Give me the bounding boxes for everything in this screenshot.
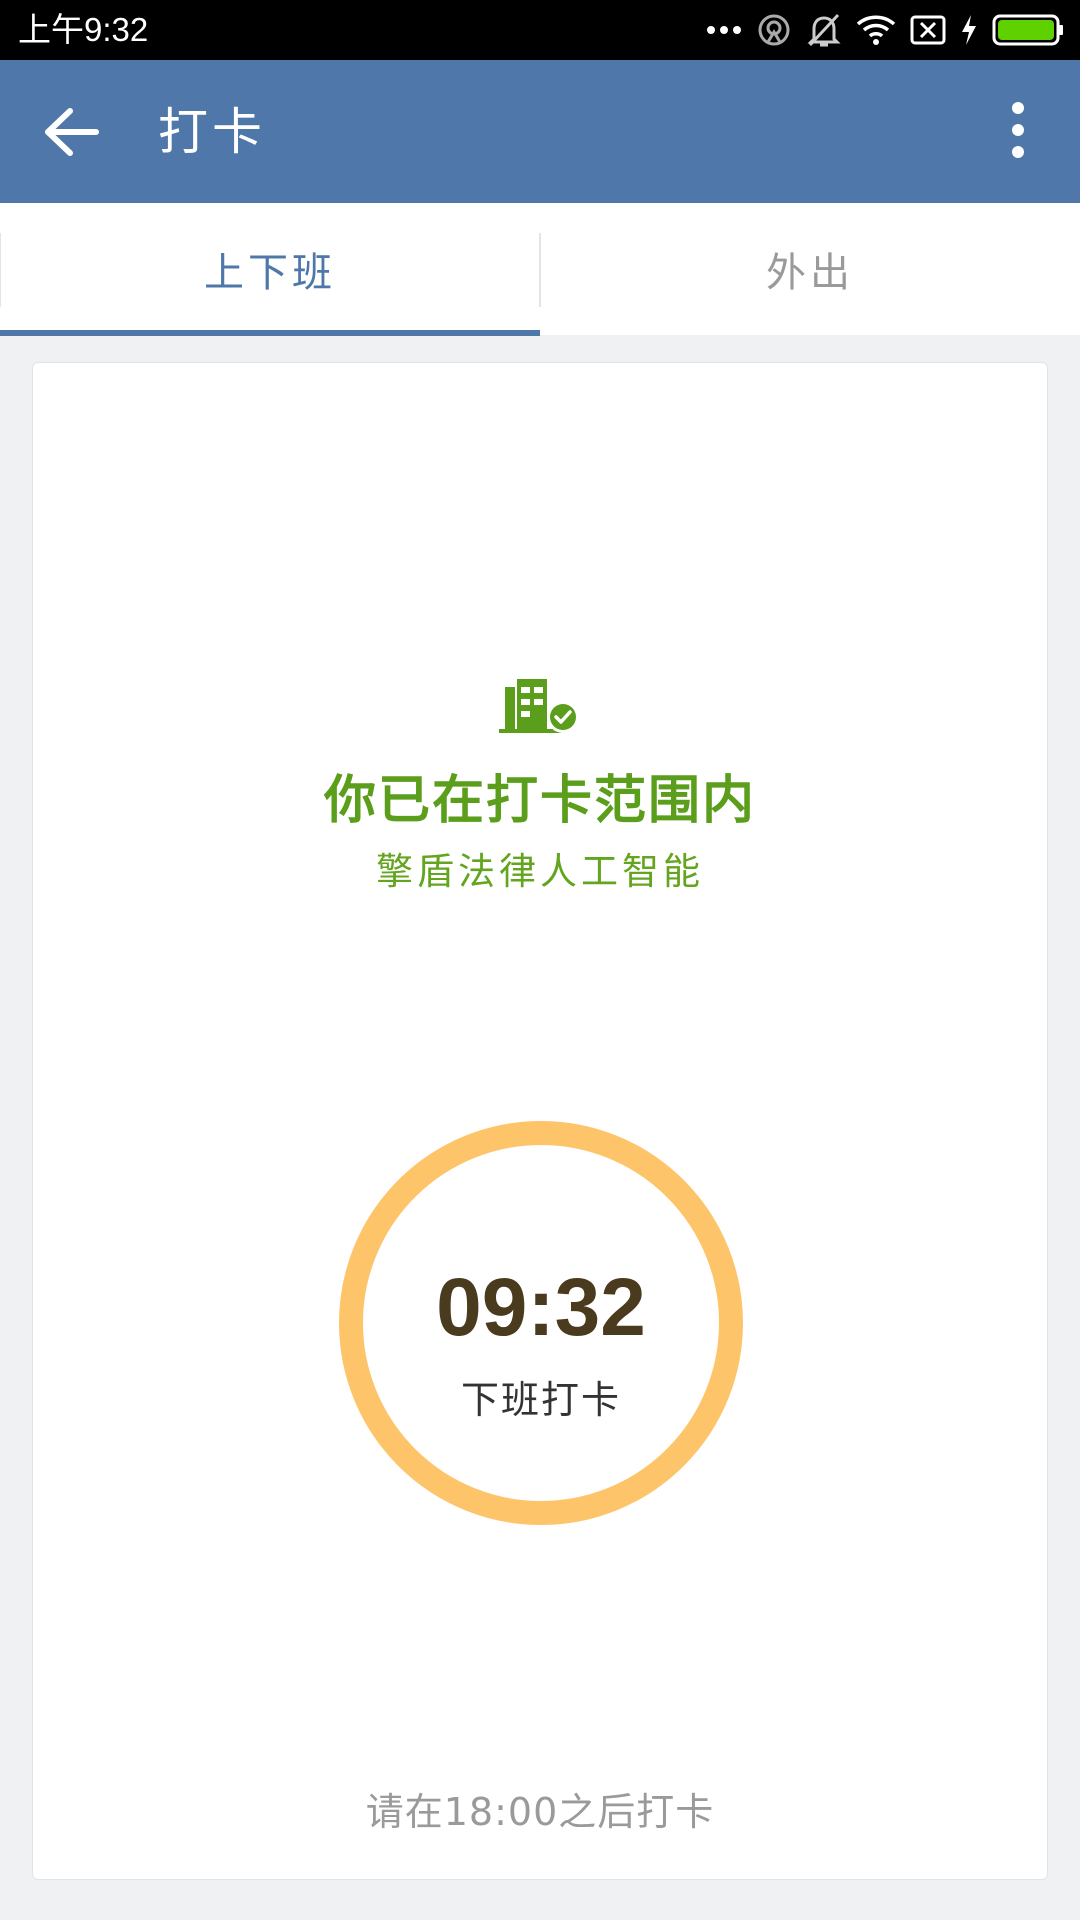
more-dots-icon [706,24,742,36]
hotspot-icon [756,12,792,48]
punch-hint: 请在18:00之后打卡 [365,1790,715,1834]
tab-commute[interactable]: 上下班 [0,203,540,335]
mute-bell-icon [806,11,842,49]
overflow-menu-button[interactable] [982,96,1054,168]
charging-icon [960,14,978,46]
battery-icon [992,13,1064,47]
app-bar: 打卡 [0,60,1080,203]
no-sim-icon [910,15,946,45]
tab-indicator [0,330,540,336]
punch-clock-button[interactable]: 09:32 下班打卡 [339,1121,743,1525]
arrow-left-icon [44,107,100,161]
tab-bar: 上下班 外出 [0,203,1080,336]
status-icons [706,0,1064,60]
status-bar: 上午9:32 [0,0,1080,60]
punch-card: 你已在打卡范围内 擎盾法律人工智能 09:32 下班打卡 请在18:00之后打卡 [32,362,1048,1880]
page-title: 打卡 [158,103,266,161]
tab-outing[interactable]: 外出 [540,203,1080,335]
in-range-status: 你已在打卡范围内 [323,771,756,831]
more-vert-icon [1010,100,1026,164]
company-name: 擎盾法律人工智能 [376,850,704,893]
building-check-icon [499,673,583,739]
status-time: 上午9:32 [18,11,149,48]
wifi-icon [856,14,896,46]
back-button[interactable] [36,98,108,170]
punch-label: 下班打卡 [460,1378,621,1422]
punch-time: 09:32 [436,1262,646,1353]
